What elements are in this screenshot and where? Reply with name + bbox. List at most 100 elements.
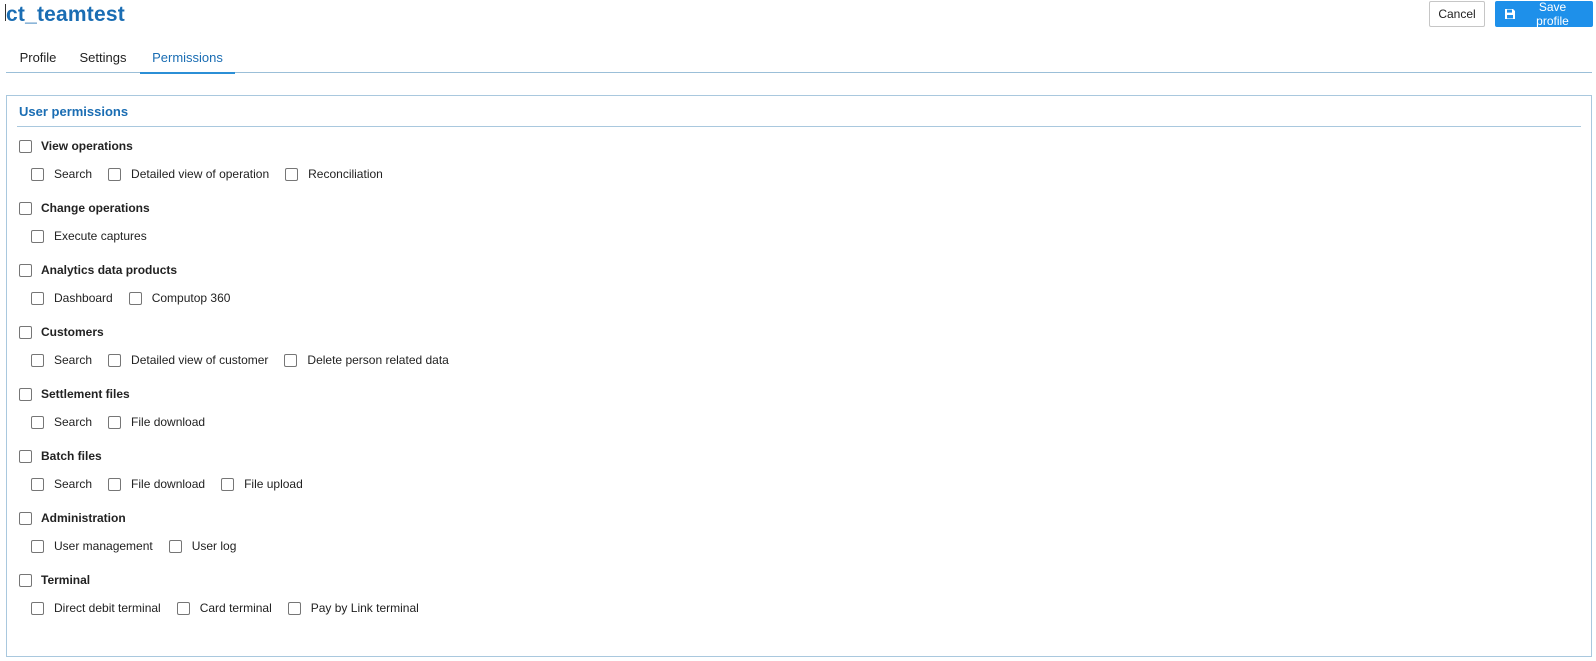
permission-group-view-operations[interactable]: View operations (19, 139, 133, 153)
permission-group-analytics-data-products[interactable]: Analytics data products (19, 263, 177, 277)
permission-group-label: Change operations (41, 201, 150, 215)
permission-item-label: Search (54, 167, 93, 181)
permission-item-label: File upload (244, 477, 303, 491)
permission-subitems-terminal: Direct debit terminal Card terminal Pay by… (31, 601, 435, 615)
permission-subitems-analytics-data-products: Dashboard Computop 360 (31, 291, 246, 305)
checkbox-detailed-view-of-customer[interactable] (108, 353, 122, 367)
checkbox-pay-by-link-terminal[interactable] (287, 601, 301, 615)
permission-item-terminal-card-terminal[interactable]: Card terminal (176, 601, 272, 615)
checkbox-view-operations[interactable] (19, 139, 32, 153)
permission-item-label: Card terminal (199, 601, 272, 615)
permission-item-label: Detailed view of operation (131, 167, 270, 181)
permission-subitems-customers: Search Detailed view of customer Delete pe… (31, 353, 465, 367)
checkbox-dashboard[interactable] (31, 291, 44, 305)
page-title: ct_teamtest (6, 3, 125, 26)
permission-group-label: Terminal (41, 573, 91, 587)
tab-bar: Profile Settings Permissions (6, 42, 1592, 74)
tab-profile[interactable]: Profile (10, 42, 66, 73)
permission-item-view-operations-detailed-view-of-operation[interactable]: Detailed view of operation (108, 167, 269, 181)
permission-item-label: Detailed view of customer (131, 353, 269, 367)
permission-subitems-administration: User management User log (31, 539, 252, 553)
permission-item-batch-files-search[interactable]: Search (31, 477, 92, 491)
permission-group-label: View operations (41, 139, 133, 153)
permission-item-analytics-data-products-dashboard[interactable]: Dashboard (31, 291, 113, 305)
permission-subitems-change-operations: Execute captures (31, 229, 163, 243)
checkbox-settlement-files[interactable] (19, 387, 32, 401)
checkbox-card-terminal[interactable] (176, 601, 190, 615)
permission-item-customers-delete-person-related-data[interactable]: Delete person related data (284, 353, 449, 367)
permission-item-label: User management (54, 539, 153, 553)
permission-subitems-settlement-files: Search File download (31, 415, 221, 429)
checkbox-user-management[interactable] (31, 539, 44, 553)
permission-group-administration[interactable]: Administration (19, 511, 126, 525)
checkbox-file-download[interactable] (108, 477, 122, 491)
permission-item-label: Dashboard (54, 291, 113, 305)
checkbox-customers[interactable] (19, 325, 32, 339)
permission-item-terminal-pay-by-link-terminal[interactable]: Pay by Link terminal (287, 601, 419, 615)
user-permissions-panel: User permissions View operations Search De… (6, 95, 1592, 657)
permission-group-label: Analytics data products (41, 263, 178, 277)
permission-item-label: Search (54, 353, 93, 367)
checkbox-file-download[interactable] (108, 415, 122, 429)
checkbox-analytics-data-products[interactable] (19, 263, 32, 277)
permission-item-label: File download (131, 415, 206, 429)
permission-item-batch-files-file-upload[interactable]: File upload (221, 477, 303, 491)
permission-item-settlement-files-search[interactable]: Search (31, 415, 92, 429)
permission-item-view-operations-reconciliation[interactable]: Reconciliation (285, 167, 383, 181)
save-profile-button[interactable]: Save profile (1495, 0, 1593, 28)
permission-subitems-batch-files: Search File download File upload (31, 477, 319, 491)
permission-item-administration-user-management[interactable]: User management (31, 539, 153, 553)
permission-item-batch-files-file-download[interactable]: File download (108, 477, 205, 491)
checkbox-batch-files[interactable] (19, 449, 32, 463)
permission-item-label: File download (131, 477, 206, 491)
permission-group-batch-files[interactable]: Batch files (19, 449, 102, 463)
permission-group-terminal[interactable]: Terminal (19, 573, 90, 587)
permission-group-label: Administration (41, 511, 126, 525)
checkbox-detailed-view-of-operation[interactable] (108, 167, 122, 181)
permission-item-view-operations-search[interactable]: Search (31, 167, 92, 181)
permission-group-customers[interactable]: Customers (19, 325, 104, 339)
tab-settings[interactable]: Settings (73, 42, 133, 73)
permission-item-label: Search (54, 477, 93, 491)
permission-group-change-operations[interactable]: Change operations (19, 201, 150, 215)
checkbox-administration[interactable] (19, 511, 32, 525)
checkbox-search[interactable] (31, 353, 44, 367)
permission-item-customers-search[interactable]: Search (31, 353, 92, 367)
checkbox-reconciliation[interactable] (285, 167, 299, 181)
checkbox-search[interactable] (31, 415, 44, 429)
checkbox-file-upload[interactable] (221, 477, 235, 491)
permission-subitems-view-operations: Search Detailed view of operation Reconcil… (31, 167, 399, 181)
permission-item-administration-user-log[interactable]: User log (168, 539, 237, 553)
checkbox-change-operations[interactable] (19, 201, 32, 215)
permission-group-label: Customers (41, 325, 104, 339)
permission-item-label: Search (54, 415, 93, 429)
permission-group-label: Batch files (41, 449, 102, 463)
checkbox-search[interactable] (31, 477, 44, 491)
divider (17, 126, 1581, 127)
floppy-disk-icon (1504, 8, 1516, 20)
permission-item-label: Execute captures (54, 229, 147, 243)
permission-item-label: User log (191, 539, 237, 553)
permission-item-customers-detailed-view-of-customer[interactable]: Detailed view of customer (108, 353, 268, 367)
checkbox-user-log[interactable] (168, 539, 182, 553)
tab-permissions[interactable]: Permissions (140, 42, 235, 74)
panel-title: User permissions (19, 104, 129, 119)
permission-item-terminal-direct-debit-terminal[interactable]: Direct debit terminal (31, 601, 161, 615)
permission-item-analytics-data-products-computop-360[interactable]: Computop 360 (128, 291, 231, 305)
checkbox-terminal[interactable] (19, 573, 32, 587)
checkbox-computop-360[interactable] (128, 291, 142, 305)
permission-item-label: Direct debit terminal (54, 601, 161, 615)
checkbox-search[interactable] (31, 167, 44, 181)
permission-group-settlement-files[interactable]: Settlement files (19, 387, 130, 401)
permission-item-label: Pay by Link terminal (310, 601, 419, 615)
checkbox-direct-debit-terminal[interactable] (31, 601, 44, 615)
permission-item-label: Delete person related data (307, 353, 449, 367)
checkbox-delete-person-related-data[interactable] (284, 353, 298, 367)
permission-item-label: Computop 360 (151, 291, 231, 305)
cancel-button[interactable]: Cancel (1429, 1, 1485, 27)
permission-item-change-operations-execute-captures[interactable]: Execute captures (31, 229, 147, 243)
checkbox-execute-captures[interactable] (31, 229, 44, 243)
permission-item-label: Reconciliation (308, 167, 383, 181)
permission-item-settlement-files-file-download[interactable]: File download (108, 415, 205, 429)
permission-group-label: Settlement files (41, 387, 130, 401)
